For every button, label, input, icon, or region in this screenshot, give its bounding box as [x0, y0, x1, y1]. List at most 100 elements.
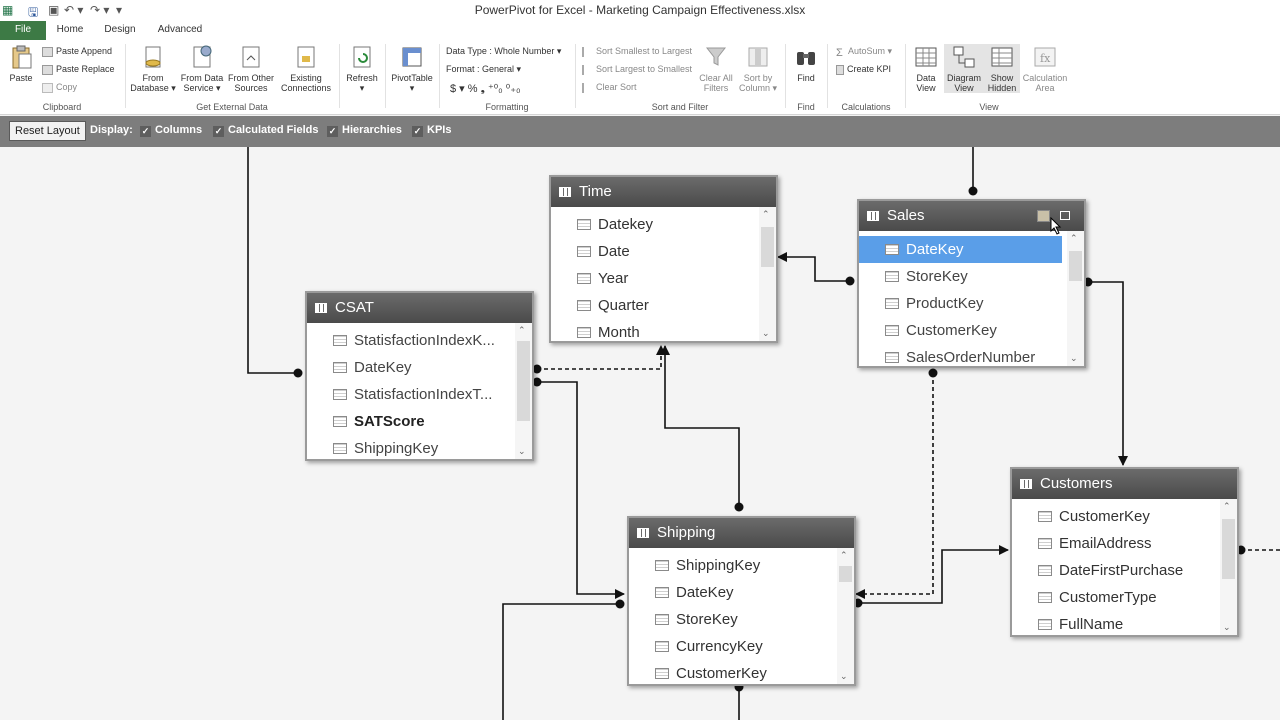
calculation-area-button[interactable]: fx Calculation Area [1020, 44, 1070, 93]
tab-design[interactable]: Design [100, 21, 140, 40]
tab-file[interactable]: File [0, 21, 46, 40]
hierarchies-checkbox[interactable]: ✓ Hierarchies [327, 124, 402, 137]
scroll-up-icon[interactable]: ⌃ [762, 209, 770, 220]
column-item[interactable]: StatisfactionIndexT... [307, 381, 532, 408]
scroll-down-icon[interactable]: ⌄ [762, 328, 770, 339]
autosum-button[interactable]: Σ AutoSum ▾ [836, 46, 892, 59]
scroll-down-icon[interactable]: ⌄ [1070, 353, 1078, 364]
column-item[interactable]: SATScore [307, 408, 532, 435]
paste-button[interactable]: Paste [6, 44, 36, 83]
relationship-line[interactable] [247, 147, 298, 374]
scroll-down-icon[interactable]: ⌄ [1223, 622, 1231, 633]
column-item[interactable]: Month [551, 319, 776, 341]
column-item-selected[interactable]: DateKey [859, 236, 1062, 263]
column-item[interactable]: DateFirstPurchase [1012, 557, 1237, 584]
diagram-view-button[interactable]: Diagram View [944, 44, 984, 93]
data-type-dropdown[interactable]: Data Type : Whole Number ▾ [446, 46, 561, 57]
find-button[interactable]: Find [788, 44, 824, 83]
existing-connections-button[interactable]: Existing Connections [278, 44, 334, 93]
hide-table-icon[interactable] [1037, 210, 1050, 222]
relationship-line[interactable] [777, 252, 850, 282]
data-service-icon [193, 45, 212, 68]
column-item[interactable]: CustomerType [1012, 584, 1237, 611]
format-dropdown[interactable]: Format : General ▾ [446, 64, 521, 75]
column-item[interactable]: Quarter [551, 292, 776, 319]
sort-by-column-button[interactable]: Sort by Column ▾ [738, 44, 778, 93]
column-item[interactable]: ProductKey [859, 290, 1084, 317]
table-csat[interactable]: CSAT StatisfactionIndexK... DateKey Stat… [305, 291, 534, 461]
reset-layout-button[interactable]: Reset Layout [9, 121, 86, 141]
column-item[interactable]: StatisfactionIndexK... [307, 323, 532, 354]
from-database-button[interactable]: From Database ▾ [128, 44, 178, 93]
scroll-up-icon[interactable]: ⌃ [518, 325, 526, 336]
scroll-thumb[interactable] [517, 341, 530, 421]
show-hidden-button[interactable]: Show Hidden [984, 44, 1020, 93]
scroll-thumb[interactable] [1222, 519, 1235, 579]
relationship-endpoint [845, 276, 855, 286]
from-data-service-button[interactable]: From Data Service ▾ [178, 44, 226, 93]
number-format-buttons[interactable]: $ ▾ % ❟ ⁺⁰₀ ⁰₊₀ [450, 82, 521, 96]
table-scrollbar[interactable]: ⌃ ⌄ [759, 207, 776, 341]
column-item[interactable]: ShippingKey [629, 548, 854, 579]
column-item[interactable]: DateKey [629, 579, 854, 606]
column-item[interactable]: EmailAddress [1012, 530, 1237, 557]
columns-checkbox[interactable]: ✓ Columns [140, 124, 202, 137]
scroll-thumb[interactable] [1069, 251, 1082, 281]
sort-ascending-button[interactable]: Sort Smallest to Largest [582, 46, 692, 57]
column-item[interactable]: Datekey [551, 207, 776, 238]
column-item[interactable]: StoreKey [859, 263, 1084, 290]
from-other-sources-button[interactable]: From Other Sources [226, 44, 276, 93]
calculated-fields-checkbox[interactable]: ✓ Calculated Fields [213, 124, 318, 137]
column-item[interactable]: StoreKey [629, 606, 854, 633]
table-scrollbar[interactable]: ⌃ ⌄ [1067, 231, 1084, 366]
table-time[interactable]: Time Datekey Date Year Quarter Month ⌃ ⌄ [549, 175, 778, 343]
kpis-checkbox[interactable]: ✓ KPIs [412, 124, 451, 137]
pivottable-button[interactable]: PivotTable ▾ [388, 44, 436, 93]
relationship-line[interactable] [660, 345, 740, 507]
table-header[interactable]: CSAT [307, 293, 532, 323]
clear-sort-button[interactable]: Clear Sort [582, 82, 637, 93]
column-item[interactable]: CustomerKey [859, 317, 1084, 344]
scroll-up-icon[interactable]: ⌃ [1223, 501, 1231, 512]
column-item[interactable]: CurrencyKey [629, 633, 854, 660]
table-customers[interactable]: Customers CustomerKey EmailAddress DateF… [1010, 467, 1239, 637]
relationship-line[interactable] [855, 373, 934, 599]
refresh-button[interactable]: Refresh ▾ [342, 44, 382, 93]
scroll-thumb[interactable] [761, 227, 774, 267]
table-header[interactable]: Shipping [629, 518, 854, 548]
column-item[interactable]: SalesOrderNumber [859, 344, 1084, 366]
column-item[interactable]: ShippingKey [307, 435, 532, 459]
relationship-line[interactable] [537, 345, 666, 370]
column-item[interactable]: DateKey [307, 354, 532, 381]
binoculars-icon [797, 52, 815, 65]
column-item[interactable]: Year [551, 265, 776, 292]
scroll-up-icon[interactable]: ⌃ [840, 550, 848, 561]
column-item[interactable]: CustomerKey [629, 660, 854, 684]
copy-button[interactable]: Copy [42, 82, 77, 93]
sort-descending-button[interactable]: Sort Largest to Smallest [582, 64, 692, 75]
table-scrollbar[interactable]: ⌃ ⌄ [1220, 499, 1237, 635]
tab-advanced[interactable]: Advanced [154, 21, 206, 40]
table-header[interactable]: Time [551, 177, 776, 207]
tab-home[interactable]: Home [52, 21, 88, 40]
scroll-down-icon[interactable]: ⌄ [518, 446, 526, 457]
table-shipping[interactable]: Shipping ShippingKey DateKey StoreKey Cu… [627, 516, 856, 686]
relationship-line[interactable] [537, 381, 625, 599]
column-item[interactable]: CustomerKey [1012, 499, 1237, 530]
paste-replace-button[interactable]: Paste Replace [42, 64, 115, 75]
scroll-up-icon[interactable]: ⌃ [1070, 233, 1078, 244]
scroll-thumb[interactable] [839, 566, 852, 582]
table-scrollbar[interactable]: ⌃ ⌄ [515, 323, 532, 459]
column-item[interactable]: FullName [1012, 611, 1237, 635]
table-header[interactable]: Customers [1012, 469, 1237, 499]
table-scrollbar[interactable]: ⌃ ⌄ [837, 548, 854, 684]
clear-all-filters-button[interactable]: Clear All Filters [696, 44, 736, 93]
paste-append-button[interactable]: Paste Append [42, 46, 112, 57]
diagram-canvas[interactable]: Time Datekey Date Year Quarter Month ⌃ ⌄ … [0, 147, 1280, 720]
relationship-line[interactable] [502, 603, 620, 720]
relationship-line[interactable] [1088, 281, 1128, 466]
column-item[interactable]: Date [551, 238, 776, 265]
scroll-down-icon[interactable]: ⌄ [840, 671, 848, 682]
create-kpi-button[interactable]: Create KPI [836, 64, 891, 75]
data-view-button[interactable]: Data View [908, 44, 944, 93]
